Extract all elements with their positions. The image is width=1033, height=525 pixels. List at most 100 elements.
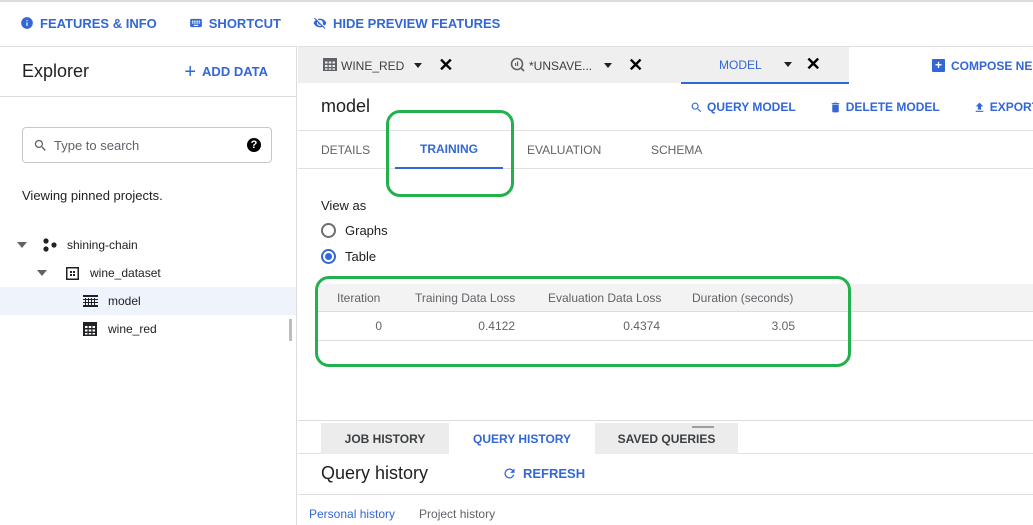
- hide-preview-features-label: HIDE PREVIEW FEATURES: [332, 15, 501, 31]
- duration-cell: 3.05: [771, 319, 795, 333]
- tab-evaluation[interactable]: EVALUATION: [527, 131, 601, 169]
- view-graphs-option[interactable]: Graphs: [321, 223, 388, 238]
- tab-training[interactable]: TRAINING: [395, 131, 503, 169]
- resource-tree: shining-chain wine_dataset model wine_re…: [0, 231, 296, 343]
- tree-item-dataset[interactable]: wine_dataset: [0, 259, 296, 287]
- search-icon: [34, 139, 46, 151]
- tree-item-label: wine_red: [108, 322, 157, 336]
- compose-new-query-button[interactable]: + COMPOSE NE: [849, 47, 1033, 84]
- export-label: EXPORT: [989, 100, 1033, 114]
- tab-project-history[interactable]: Project history: [419, 507, 495, 521]
- shortcut-label: SHORTCUT: [208, 15, 281, 31]
- caret-down-icon[interactable]: [37, 270, 47, 276]
- table-icon: [82, 321, 98, 337]
- refresh-icon: [504, 468, 515, 479]
- tab-menu-caret-icon[interactable]: [604, 63, 613, 68]
- delete-model-label: DELETE MODEL: [845, 100, 940, 114]
- sidebar-scrollbar[interactable]: [289, 319, 292, 341]
- model-actions: QUERY MODEL DELETE MODEL EXPORT: [690, 83, 1033, 131]
- view-as-label: View as: [321, 198, 367, 213]
- explorer-header: Explorer + ADD DATA: [0, 47, 296, 97]
- tab-schema[interactable]: SCHEMA: [651, 131, 702, 169]
- close-icon[interactable]: ✕: [628, 55, 643, 76]
- tree-item-project[interactable]: shining-chain: [0, 231, 296, 259]
- editor-tab-unsaved-query[interactable]: *UNSAVE... ✕: [510, 47, 643, 84]
- view-table-option[interactable]: Table: [321, 249, 376, 264]
- hide-preview-features-button[interactable]: HIDE PREVIEW FEATURES: [313, 16, 500, 31]
- column-header[interactable]: Training Data Loss: [415, 284, 515, 311]
- explorer-title: Explorer: [22, 61, 90, 81]
- refresh-label: REFRESH: [523, 466, 586, 481]
- export-icon: [975, 102, 983, 112]
- explorer-panel: Explorer + ADD DATA ? Viewing pinned pro…: [0, 46, 297, 525]
- divider: [298, 420, 1033, 421]
- tree-item-label: wine_dataset: [90, 266, 161, 280]
- bottom-panel-tabs: JOB HISTORY QUERY HISTORY SAVED QUERIES: [298, 423, 1033, 454]
- query-history-header: Query history REFRESH: [298, 455, 1033, 495]
- compose-label: COMPOSE NE: [951, 58, 1033, 73]
- table-row: 0 0.4122 0.4374 3.05: [318, 312, 1033, 341]
- delete-model-button[interactable]: DELETE MODEL: [829, 100, 940, 114]
- features-info-label: FEATURES & INFO: [40, 15, 157, 31]
- export-button[interactable]: EXPORT: [973, 100, 1033, 114]
- refresh-button[interactable]: REFRESH: [502, 466, 585, 481]
- tab-menu-caret-icon[interactable]: [783, 62, 792, 67]
- tab-saved-queries[interactable]: SAVED QUERIES: [595, 423, 738, 454]
- editor-tab-model[interactable]: MODEL ✕: [681, 47, 849, 84]
- dataset-icon: [64, 265, 80, 281]
- tab-job-history[interactable]: JOB HISTORY: [321, 423, 449, 454]
- editor-tab-wine-red[interactable]: WINE_RED ✕: [323, 47, 453, 84]
- page-title: model: [321, 96, 371, 116]
- table-radio[interactable]: [321, 249, 336, 264]
- tree-item-model[interactable]: model: [0, 287, 296, 315]
- close-icon[interactable]: ✕: [438, 55, 453, 76]
- training-results-table: Iteration Training Data Loss Evaluation …: [318, 284, 1033, 341]
- close-icon[interactable]: ✕: [806, 54, 821, 75]
- model-icon: [82, 293, 98, 309]
- graphs-radio[interactable]: [321, 223, 336, 238]
- table-header: Iteration Training Data Loss Evaluation …: [318, 284, 1033, 312]
- editor-tab-label: MODEL: [719, 57, 762, 72]
- shortcut-button[interactable]: SHORTCUT: [189, 16, 281, 31]
- query-model-label: QUERY MODEL: [707, 100, 796, 114]
- top-toolbar: FEATURES & INFO SHORTCUT HIDE PREVIEW FE…: [0, 0, 1033, 44]
- table-icon: [323, 57, 337, 74]
- column-header[interactable]: Iteration: [337, 284, 380, 311]
- help-icon[interactable]: ?: [247, 138, 261, 152]
- model-tabs: DETAILS TRAINING EVALUATION SCHEMA: [298, 131, 1033, 169]
- keyboard-icon: [189, 18, 202, 28]
- resize-handle[interactable]: [692, 426, 714, 428]
- query-history-title: Query history: [321, 463, 429, 483]
- eye-off-icon: [313, 17, 327, 29]
- tab-menu-caret-icon[interactable]: [414, 63, 423, 68]
- query-icon: [510, 57, 525, 75]
- editor-tab-label: *UNSAVE...: [529, 58, 593, 73]
- pinned-projects-text: Viewing pinned projects.: [22, 188, 163, 203]
- add-data-label: ADD DATA: [202, 64, 268, 79]
- tab-query-history[interactable]: QUERY HISTORY: [449, 423, 595, 454]
- tab-details[interactable]: DETAILS: [321, 131, 370, 169]
- caret-down-icon[interactable]: [17, 242, 27, 248]
- add-data-button[interactable]: + ADD DATA: [184, 62, 268, 82]
- trash-icon: [831, 102, 839, 112]
- main-panel: WINE_RED ✕ *UNSAVE... ✕ MODEL ✕ + COMPOS…: [298, 46, 1033, 525]
- column-header[interactable]: Duration (seconds): [692, 284, 793, 311]
- search-icon: [691, 102, 702, 112]
- tree-item-table[interactable]: wine_red: [0, 315, 296, 343]
- graphs-label: Graphs: [345, 223, 388, 238]
- model-header: model QUERY MODEL DELETE MODEL EXPORT: [298, 83, 1033, 131]
- query-model-button[interactable]: QUERY MODEL: [690, 100, 796, 114]
- tab-personal-history[interactable]: Personal history: [309, 507, 395, 521]
- editor-tab-bar: WINE_RED ✕ *UNSAVE... ✕ MODEL ✕ + COMPOS…: [298, 46, 1033, 84]
- history-subtabs: Personal history Project history: [309, 507, 495, 521]
- info-icon: [21, 17, 33, 29]
- column-header[interactable]: Evaluation Data Loss: [548, 284, 661, 311]
- features-info-button[interactable]: FEATURES & INFO: [20, 16, 157, 31]
- tree-item-label: model: [108, 294, 141, 308]
- editor-tab-label: WINE_RED: [341, 58, 405, 73]
- project-icon: [42, 237, 58, 253]
- plus-icon: +: [932, 59, 945, 72]
- explorer-search[interactable]: ?: [22, 127, 272, 163]
- search-input[interactable]: [54, 137, 247, 153]
- tree-item-label: shining-chain: [67, 238, 138, 252]
